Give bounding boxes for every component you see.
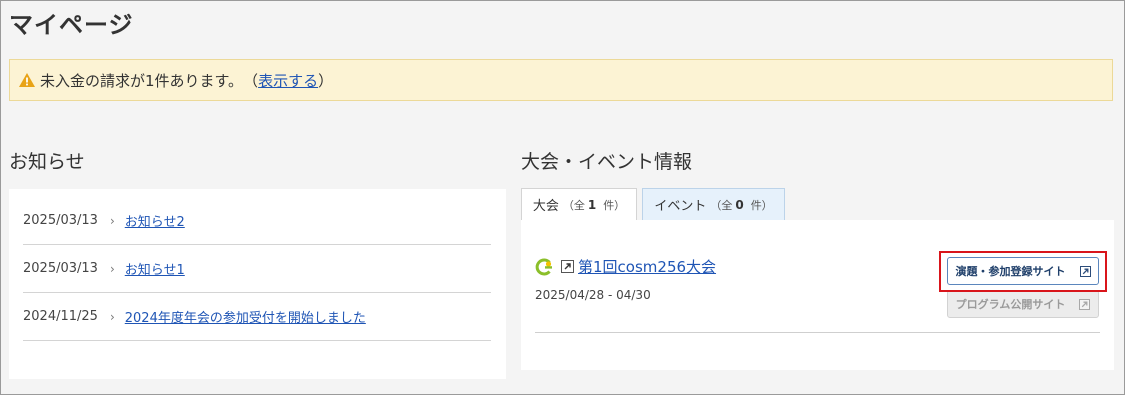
news-panel: 2025/03/13 › お知らせ2 2025/03/13 › お知らせ1 20… <box>9 189 506 379</box>
event-logo-icon <box>535 258 552 275</box>
tab-count-prefix: （全 <box>710 198 733 212</box>
page-title: マイページ <box>9 11 134 39</box>
alert-close-paren: ） <box>318 71 334 90</box>
chevron-right-icon: › <box>109 213 115 228</box>
tab-count-suffix: 件） <box>750 198 773 212</box>
chevron-right-icon: › <box>109 309 115 324</box>
program-site-button: プログラム公開サイト <box>947 290 1099 318</box>
tab-events[interactable]: イベント （全 0 件） <box>642 188 785 220</box>
tab-count-suffix: 件） <box>603 198 626 212</box>
chevron-right-icon: › <box>109 261 115 276</box>
news-link[interactable]: 2024年度年会の参加受付を開始しました <box>125 307 366 326</box>
tab-conferences[interactable]: 大会 （全 1 件） <box>521 188 637 220</box>
events-panel: 第1回cosm256大会 2025/04/28 - 04/30 演題・参加登録サ… <box>521 220 1114 370</box>
unpaid-alert: 未入金の請求が1件あります。 （ 表示する ） <box>9 59 1113 101</box>
highlight-box <box>939 251 1107 292</box>
news-item: 2024/11/25 › 2024年度年会の参加受付を開始しました <box>23 293 491 341</box>
news-item: 2025/03/13 › お知らせ2 <box>23 197 491 245</box>
event-dates: 2025/04/28 - 04/30 <box>535 288 651 302</box>
event-title-row: 第1回cosm256大会 <box>535 256 716 277</box>
news-date: 2024/11/25 <box>23 309 98 324</box>
tab-count: 1 <box>587 197 597 212</box>
news-date: 2025/03/13 <box>23 213 98 228</box>
news-section-title: お知らせ <box>9 151 85 173</box>
tab-count: 0 <box>735 197 744 212</box>
event-name-link[interactable]: 第1回cosm256大会 <box>578 256 716 277</box>
events-section-title: 大会・イベント情報 <box>521 151 693 173</box>
external-link-icon <box>561 260 574 273</box>
show-invoice-link[interactable]: 表示する <box>258 70 318 91</box>
news-item: 2025/03/13 › お知らせ1 <box>23 245 491 293</box>
program-site-label: プログラム公開サイト <box>955 298 1066 311</box>
warning-icon <box>19 73 35 87</box>
tab-count-prefix: （全 <box>562 198 585 212</box>
external-link-icon <box>1079 298 1091 310</box>
tab-label: 大会 <box>532 199 559 214</box>
tab-label: イベント <box>654 199 707 214</box>
news-date: 2025/03/13 <box>23 261 98 276</box>
news-link[interactable]: お知らせ1 <box>125 259 185 278</box>
alert-open-paren: （ <box>243 71 259 90</box>
news-link[interactable]: お知らせ2 <box>125 211 185 230</box>
alert-message: 未入金の請求が1件あります。 <box>40 71 244 90</box>
